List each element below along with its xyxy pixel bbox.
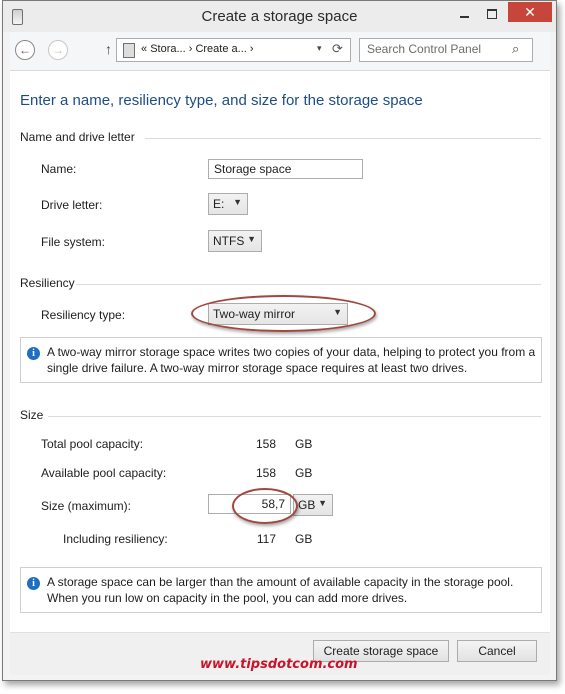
group-divider (48, 416, 541, 417)
size-unit-select[interactable]: GB ▼ (293, 494, 333, 516)
size-info-box: i A storage space can be larger than the… (20, 567, 542, 613)
resiliency-type-select[interactable]: Two-way mirror ▼ (208, 303, 348, 325)
including-resiliency-unit: GB (295, 532, 313, 546)
chevron-down-icon: ▼ (247, 234, 256, 244)
size-maximum-label: Size (maximum): (41, 499, 132, 513)
file-system-select[interactable]: NTFS ▼ (208, 230, 262, 252)
available-capacity-label: Available pool capacity: (41, 466, 167, 480)
total-capacity-unit: GB (295, 437, 313, 451)
group-divider (76, 284, 541, 285)
minimize-button[interactable] (454, 6, 476, 22)
content-area: ← → ↑ « Stora... › Create a... › ▾ ⟳ ⌕ E (10, 32, 550, 675)
file-system-label: File system: (41, 235, 106, 249)
group-label-resiliency: Resiliency (20, 276, 75, 290)
group-divider (145, 138, 541, 139)
including-resiliency-label: Including resiliency: (63, 532, 168, 546)
available-capacity-unit: GB (295, 466, 313, 480)
info-icon: i (27, 347, 40, 360)
group-label-name: Name and drive letter (20, 130, 135, 144)
chevron-down-icon: ▼ (318, 498, 327, 508)
drive-letter-value: E: (213, 197, 225, 211)
breadcrumb-separator[interactable]: › (250, 43, 254, 55)
total-capacity-value: 158 (255, 437, 276, 451)
close-button[interactable]: ✕ (508, 2, 552, 22)
breadcrumb: « Stora... › Create a... › (141, 43, 254, 55)
address-bar[interactable]: « Stora... › Create a... › ▾ ⟳ (116, 38, 351, 62)
file-system-value: NTFS (213, 234, 245, 248)
back-arrow-icon[interactable]: ← (15, 40, 35, 60)
total-capacity-label: Total pool capacity: (41, 437, 144, 451)
including-resiliency-value: 117 (256, 532, 276, 546)
storage-pool-icon (123, 43, 135, 58)
resiliency-info-box: i A two-way mirror storage space writes … (20, 337, 542, 383)
maximize-button[interactable] (481, 6, 503, 22)
chevron-down-icon: ▼ (333, 307, 342, 317)
search-box: ⌕ (359, 38, 533, 62)
resiliency-info-text: A two-way mirror storage space writes tw… (47, 345, 536, 375)
drive-letter-select[interactable]: E: ▼ (208, 193, 248, 215)
title-bar[interactable]: Create a storage space ✕ (3, 1, 556, 32)
resiliency-type-value: Two-way mirror (213, 307, 296, 321)
available-capacity-value: 158 (255, 466, 276, 480)
search-icon[interactable]: ⌕ (512, 41, 519, 57)
name-label: Name: (41, 162, 77, 176)
window: Create a storage space ✕ ← → ↑ « Stora..… (2, 0, 557, 681)
breadcrumb-item-create[interactable]: Create a... (195, 43, 246, 55)
refresh-icon[interactable]: ⟳ (332, 41, 343, 57)
up-arrow-icon[interactable]: ↑ (105, 41, 112, 57)
search-input[interactable] (361, 40, 518, 58)
resiliency-type-label: Resiliency type: (41, 308, 126, 322)
forward-arrow-icon[interactable]: → (48, 40, 68, 60)
size-unit-value: GB (298, 498, 316, 512)
info-icon: i (27, 577, 40, 590)
name-field[interactable] (208, 159, 363, 179)
page-heading: Enter a name, resiliency type, and size … (20, 92, 423, 109)
breadcrumb-separator[interactable]: › (189, 43, 193, 55)
size-info-text: A storage space can be larger than the a… (47, 575, 514, 605)
breadcrumb-item-storage[interactable]: Stora... (150, 43, 185, 55)
drive-letter-label: Drive letter: (41, 198, 103, 212)
chevron-down-icon[interactable]: ▾ (317, 43, 322, 54)
watermark-text: www.tipsdotcom.com (200, 657, 358, 672)
size-field[interactable] (208, 494, 291, 514)
breadcrumb-overflow[interactable]: « (141, 43, 147, 55)
chevron-down-icon: ▼ (233, 197, 242, 207)
cancel-button[interactable]: Cancel (457, 640, 537, 662)
group-label-size: Size (20, 408, 44, 422)
address-toolbar: ← → ↑ « Stora... › Create a... › ▾ ⟳ ⌕ (10, 32, 550, 71)
